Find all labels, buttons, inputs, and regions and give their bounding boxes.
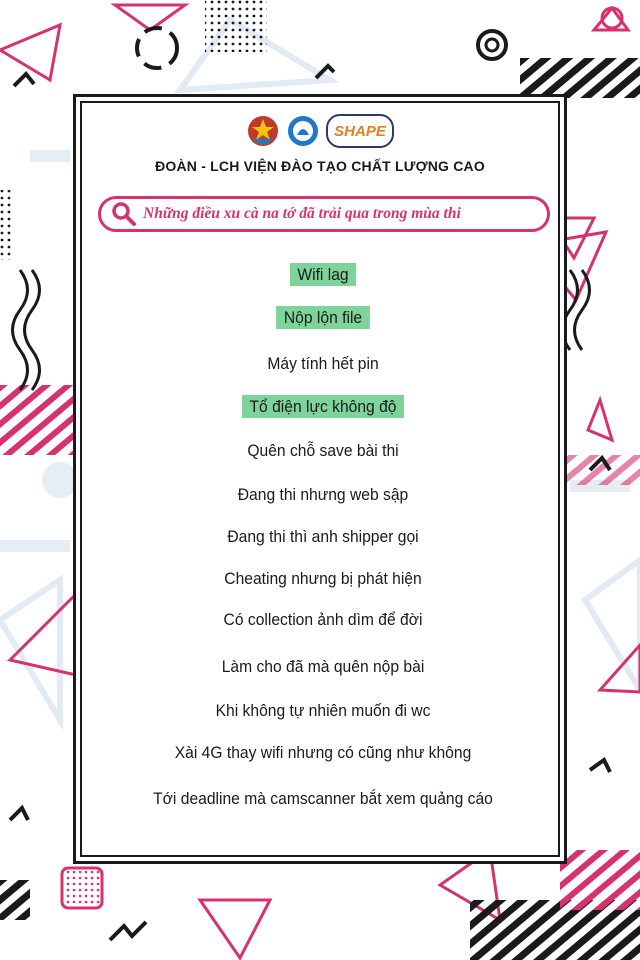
youth-union-logo: [248, 116, 278, 146]
list-item-label: Xài 4G thay wifi nhưng có cũng như không: [174, 743, 472, 762]
list-item: Nộp lộn file: [99, 306, 546, 329]
list-item-label: Nộp lộn file: [276, 306, 370, 329]
student-association-logo: [288, 116, 318, 146]
shape-logo: SHAPE: [326, 114, 394, 148]
list-item-label: Máy tính hết pin: [267, 354, 379, 373]
logo-row: SHAPE: [246, 112, 394, 150]
shape-logo-text: SHAPE: [334, 122, 386, 140]
list-item: Làm cho đã mà quên nộp bài: [99, 657, 546, 677]
list-item: Xài 4G thay wifi nhưng có cũng như không: [99, 743, 546, 763]
list-item-label: Đang thi thì anh shipper gọi: [227, 527, 419, 546]
topic-search-bar: Những điều xu cà na tớ đã trải qua trong…: [98, 196, 550, 232]
list-item-label: Quên chỗ save bài thi: [247, 441, 399, 460]
list-item: Tới deadline mà camscanner bắt xem quảng…: [99, 789, 546, 809]
list-item-label: Đang thi nhưng web sập: [237, 485, 409, 504]
list-item-label: Wifi lag: [289, 263, 356, 286]
list-item: Đang thi nhưng web sập: [99, 485, 546, 505]
list-item: Tổ điện lực không độ: [99, 395, 546, 418]
list-item: Đang thi thì anh shipper gọi: [99, 527, 546, 547]
list-item: Máy tính hết pin: [99, 354, 546, 374]
list-item: Cheating nhưng bị phát hiện: [99, 569, 546, 589]
list-item-label: Làm cho đã mà quên nộp bài: [221, 657, 425, 676]
list-item: Wifi lag: [99, 263, 546, 286]
list-item: Quên chỗ save bài thi: [99, 441, 546, 461]
list-item-label: Cheating nhưng bị phát hiện: [224, 569, 422, 588]
organization-title: ĐOÀN - LCH VIỆN ĐÀO TẠO CHẤT LƯỢNG CAO: [155, 158, 485, 174]
list-item: Có collection ảnh dìm để đời: [99, 610, 546, 630]
search-icon: [112, 202, 136, 226]
topic-title: Những điều xu cà na tớ đã trải qua trong…: [143, 205, 461, 222]
list-item-label: Khi không tự nhiên muốn đi wc: [215, 701, 431, 720]
list-item-label: Có collection ảnh dìm để đời: [223, 610, 423, 629]
list-item-label: Tới deadline mà camscanner bắt xem quảng…: [153, 789, 493, 808]
list-item: Khi không tự nhiên muốn đi wc: [99, 701, 546, 721]
list-item-label: Tổ điện lực không độ: [242, 395, 404, 418]
